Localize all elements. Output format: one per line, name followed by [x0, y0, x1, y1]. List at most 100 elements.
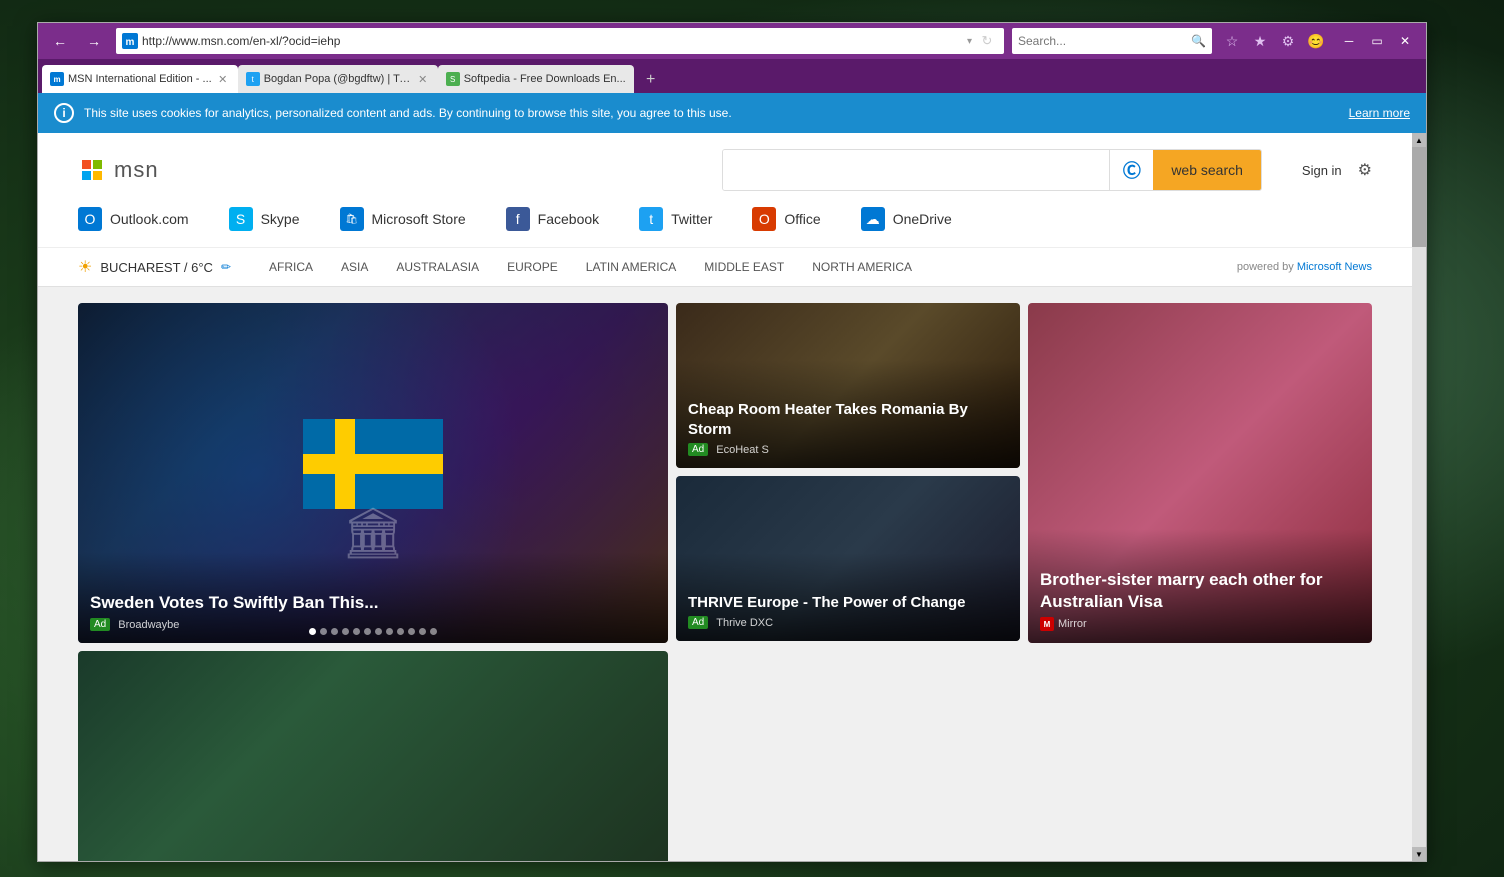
sign-in-button[interactable]: Sign in	[1302, 163, 1342, 178]
scroll-area	[1412, 147, 1426, 847]
powered-by-text: powered by Microsoft News	[1237, 261, 1372, 273]
address-dropdown-icon[interactable]: ▾	[967, 36, 972, 47]
weather-icon: ☀	[78, 257, 92, 277]
location-edit-icon[interactable]: ✏	[221, 260, 231, 274]
search-bar-container: 🔍	[1012, 28, 1212, 54]
address-bar-container: m ▾ ↻	[116, 28, 1004, 54]
dot-4[interactable]	[342, 628, 349, 635]
outlook-icon: O	[78, 207, 102, 231]
new-tab-button[interactable]: +	[638, 67, 664, 93]
store-icon: 🛍	[340, 207, 364, 231]
svg-text:m: m	[126, 37, 135, 48]
bing-logo: Ⓒ	[1123, 157, 1141, 183]
sweden-flag	[303, 419, 443, 509]
header-settings-icon[interactable]: ⚙	[1358, 160, 1372, 180]
dot-1[interactable]	[309, 628, 316, 635]
tab-favicon-softpedia: S	[446, 72, 460, 86]
tab-twitter[interactable]: t Bogdan Popa (@bgdftw) | Twit... ✕	[238, 65, 438, 93]
ad-heater-overlay: Cheap Room Heater Takes Romania By Storm…	[676, 360, 1020, 468]
carousel-dots	[309, 628, 437, 635]
nav-link-facebook[interactable]: f Facebook	[506, 207, 599, 231]
twitter-icon: t	[639, 207, 663, 231]
refresh-button[interactable]: ↻	[976, 30, 998, 52]
back-button[interactable]: ←	[46, 27, 74, 55]
settings-gear-icon[interactable]: ⚙	[1276, 29, 1300, 53]
tab-close-twitter[interactable]: ✕	[416, 72, 430, 86]
dot-7[interactable]	[375, 628, 382, 635]
browser-search-icon[interactable]: 🔍	[1191, 34, 1206, 48]
favorites-star-icon[interactable]: ☆	[1220, 29, 1244, 53]
tab-favicon-msn: m	[50, 72, 64, 86]
toolbar-icons: ☆ ★ ⚙ 😊	[1220, 29, 1328, 53]
region-asia[interactable]: ASIA	[327, 256, 382, 278]
ad-heater-badge: Ad	[688, 443, 708, 456]
location-bar: ☀ BUCHAREST / 6°C ✏ AFRICA ASIA AUSTRALA…	[38, 248, 1412, 287]
region-australasia[interactable]: AUSTRALASIA	[382, 256, 493, 278]
tab-favicon-twitter: t	[246, 72, 260, 86]
region-tabs: AFRICA ASIA AUSTRALASIA EUROPE LATIN AME…	[255, 256, 926, 278]
learn-more-link[interactable]: Learn more	[1349, 106, 1410, 120]
address-input[interactable]	[142, 34, 963, 48]
nav-link-office[interactable]: O Office	[752, 207, 820, 231]
bing-logo-container: Ⓒ	[1109, 150, 1153, 190]
ad-thrive-card[interactable]: THRIVE Europe - The Power of Change Ad T…	[676, 476, 1020, 641]
region-europe[interactable]: EUROPE	[493, 256, 572, 278]
favorites-icon[interactable]: ★	[1248, 29, 1272, 53]
facebook-label: Facebook	[538, 211, 599, 227]
forward-button[interactable]: →	[80, 27, 108, 55]
featured-headline: Sweden Votes To Swiftly Ban This...	[90, 592, 656, 614]
header-right: Sign in ⚙	[1302, 160, 1372, 180]
onedrive-icon: ☁	[861, 207, 885, 231]
nav-link-onedrive[interactable]: ☁ OneDrive	[861, 207, 952, 231]
browser-window: ← → m ▾ ↻ 🔍 ☆ ★ ⚙ 😊 ─ ▭ ✕ m	[37, 22, 1427, 862]
dot-3[interactable]	[331, 628, 338, 635]
close-button[interactable]: ✕	[1392, 28, 1418, 54]
microsoft-news-link[interactable]: Microsoft News	[1297, 261, 1372, 273]
region-north-america[interactable]: NORTH AMERICA	[798, 256, 926, 278]
scroll-up-button[interactable]: ▲	[1412, 133, 1426, 147]
news-section: 🏛 Sweden Votes To Swiftly Ban This... Ad…	[38, 287, 1412, 861]
wedding-card[interactable]: Brother-sister marry each other for Aust…	[1028, 303, 1372, 643]
cricket-card[interactable]: Pakistani cricketer trolled over viral v…	[78, 651, 668, 861]
dot-8[interactable]	[386, 628, 393, 635]
mirror-logo: M	[1040, 617, 1054, 631]
content-wrapper: msn Ⓒ web search Sign in ⚙ O	[38, 133, 1426, 861]
minimize-button[interactable]: ─	[1336, 28, 1362, 54]
maximize-button[interactable]: ▭	[1364, 28, 1390, 54]
msn-search-bar: Ⓒ web search	[722, 149, 1262, 191]
ad-heater-headline: Cheap Room Heater Takes Romania By Storm	[688, 400, 1008, 439]
region-middle-east[interactable]: MIDDLE EAST	[690, 256, 798, 278]
dot-2[interactable]	[320, 628, 327, 635]
dot-6[interactable]	[364, 628, 371, 635]
dot-9[interactable]	[397, 628, 404, 635]
ad-thrive-overlay: THRIVE Europe - The Power of Change Ad T…	[676, 553, 1020, 642]
nav-link-skype[interactable]: S Skype	[229, 207, 300, 231]
scroll-down-button[interactable]: ▼	[1412, 847, 1426, 861]
ad-heater-card[interactable]: Cheap Room Heater Takes Romania By Storm…	[676, 303, 1020, 468]
dot-10[interactable]	[408, 628, 415, 635]
dot-12[interactable]	[430, 628, 437, 635]
region-latin[interactable]: LATIN AMERICA	[572, 256, 690, 278]
nav-link-twitter[interactable]: t Twitter	[639, 207, 712, 231]
region-africa[interactable]: AFRICA	[255, 256, 327, 278]
dot-11[interactable]	[419, 628, 426, 635]
nav-link-outlook[interactable]: O Outlook.com	[78, 207, 189, 231]
address-bar-favicon: m	[122, 33, 138, 49]
nav-link-store[interactable]: 🛍 Microsoft Store	[340, 207, 466, 231]
tab-msn[interactable]: m MSN International Edition - ... ✕	[42, 65, 238, 93]
user-avatar-icon[interactable]: 😊	[1304, 29, 1328, 53]
wedding-headline: Brother-sister marry each other for Aust…	[1040, 569, 1360, 613]
web-search-button[interactable]: web search	[1153, 150, 1261, 190]
tab-close-msn[interactable]: ✕	[216, 72, 230, 86]
tab-softpedia[interactable]: S Softpedia - Free Downloads En...	[438, 65, 634, 93]
ad-thrive-badge: Ad	[688, 616, 708, 629]
store-label: Microsoft Store	[372, 211, 466, 227]
scroll-thumb[interactable]	[1412, 147, 1426, 247]
ad-heater-source: Ad EcoHeat S	[688, 443, 1008, 456]
dot-5[interactable]	[353, 628, 360, 635]
browser-search-input[interactable]	[1018, 34, 1191, 48]
news-featured-card[interactable]: 🏛 Sweden Votes To Swiftly Ban This... Ad…	[78, 303, 668, 643]
msn-logo-text: msn	[114, 157, 159, 183]
msn-search-input[interactable]	[723, 150, 1109, 190]
main-scrollbar: ▲ ▼	[1412, 133, 1426, 861]
